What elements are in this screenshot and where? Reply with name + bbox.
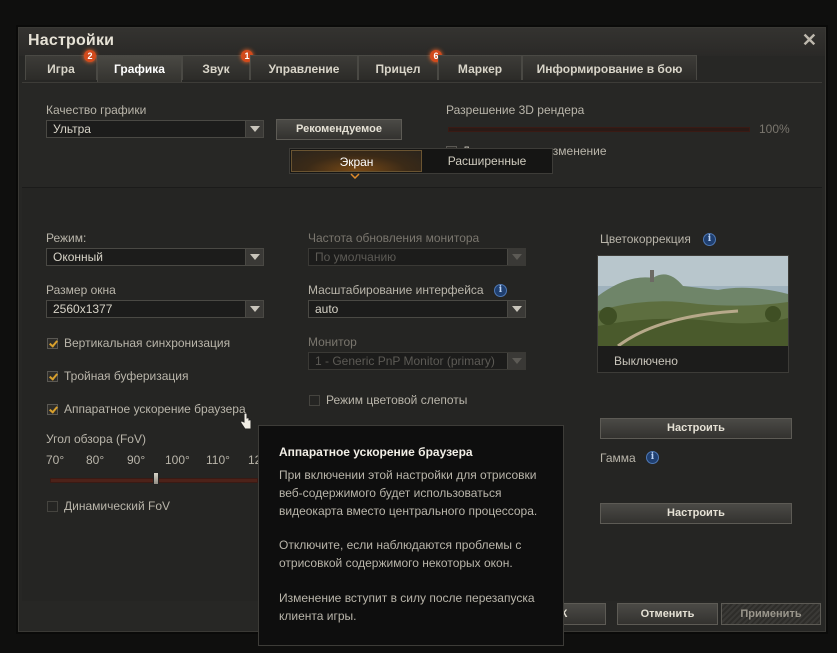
refresh-rate-select[interactable]: По умолчанию	[308, 248, 526, 266]
subtab-screen[interactable]: Экран	[291, 150, 422, 172]
title-bar: Настройки ✕	[19, 28, 825, 56]
tooltip-text: Изменение вступит в силу после перезапус…	[279, 591, 535, 605]
tab-label: Звук	[202, 62, 230, 76]
ui-scaling-select[interactable]: auto	[308, 300, 526, 318]
monitor-select[interactable]: 1 - Generic PnP Monitor (primary)	[308, 352, 526, 370]
render-resolution-slider[interactable]	[448, 127, 750, 132]
tab-label: Управление	[268, 62, 340, 76]
dynamic-fov-label: Динамический FoV	[64, 499, 171, 513]
refresh-rate-label: Частота обновления монитора	[308, 231, 480, 245]
tab-graphics[interactable]: Графика	[97, 55, 182, 82]
color-correction-preview[interactable]: Выключено	[597, 255, 789, 373]
select-value: Оконный	[53, 250, 103, 264]
fov-tick: 70°	[46, 453, 65, 467]
window-size-select[interactable]: 2560x1377	[46, 300, 264, 318]
subtab-label: Экран	[339, 155, 374, 169]
colorblind-label: Режим цветовой слепоты	[326, 393, 468, 407]
fov-label: Угол обзора (FoV)	[46, 432, 146, 446]
dynamic-fov-checkbox[interactable]	[47, 501, 58, 512]
gamma-configure-button[interactable]: Настроить	[600, 503, 792, 524]
tab-marker[interactable]: Маркер	[438, 55, 522, 80]
select-value: auto	[315, 302, 339, 316]
chevron-down-icon	[507, 301, 525, 317]
color-correction-label: Цветокоррекция	[600, 232, 691, 246]
landscape-image	[598, 256, 788, 346]
notification-badge: 2	[84, 50, 96, 62]
cancel-button[interactable]: Отменить	[617, 603, 718, 625]
window-size-label: Размер окна	[46, 283, 116, 297]
gamma-label: Гамма	[600, 451, 636, 465]
tab-label: Игра	[47, 62, 75, 76]
colorblind-checkbox[interactable]	[309, 395, 320, 406]
info-icon[interactable]: i	[703, 233, 716, 246]
fov-tick: 100°	[165, 453, 190, 467]
tooltip-text: При включении этой настройки для отрисов…	[279, 468, 537, 482]
tab-label: Информирование в бою	[536, 62, 683, 76]
tooltip-text: клиента игры.	[279, 609, 357, 623]
quality-select[interactable]: Ультра	[46, 120, 264, 138]
tooltip-text: отрисовкой содержимого некоторых окон.	[279, 556, 513, 570]
hw-accel-label: Аппаратное ускорение браузера	[64, 402, 246, 416]
tab-sound[interactable]: Звук 1	[182, 50, 253, 80]
render-resolution-label: Разрешение 3D рендера	[446, 103, 585, 117]
vsync-checkbox[interactable]	[47, 338, 58, 349]
select-value: 2560x1377	[53, 302, 113, 316]
fov-tick: 90°	[127, 453, 146, 467]
triple-buffer-label: Тройная буферизация	[64, 369, 189, 383]
chevron-down-icon	[245, 121, 263, 137]
graphics-subtabs: Экран Расширенные	[289, 148, 553, 174]
chevron-down-icon	[350, 173, 360, 179]
chevron-down-icon	[245, 301, 263, 317]
tab-label: Прицел	[375, 62, 421, 76]
subtab-advanced[interactable]: Расширенные	[422, 150, 552, 172]
select-value: По умолчанию	[315, 250, 397, 264]
select-value: Ультра	[53, 122, 91, 136]
recommended-button[interactable]: Рекомендуемое	[276, 119, 402, 140]
triple-buffer-checkbox[interactable]	[47, 371, 58, 382]
fov-slider-thumb[interactable]	[153, 472, 159, 485]
tab-sight[interactable]: Прицел 6	[358, 50, 442, 80]
quality-label: Качество графики	[46, 103, 147, 117]
ui-scaling-label: Масштабирование интерфейса	[308, 283, 484, 297]
tab-label: Маркер	[457, 62, 503, 76]
tooltip-title: Аппаратное ускорение браузера	[279, 445, 473, 459]
chevron-down-icon	[507, 353, 525, 369]
info-icon[interactable]: i	[646, 451, 659, 464]
close-icon[interactable]: ✕	[802, 30, 817, 51]
tooltip-text: видеокарта вместо центрального процессор…	[279, 504, 538, 518]
fov-tick: 80°	[86, 453, 105, 467]
apply-button[interactable]: Применить	[721, 603, 821, 625]
fov-tick: 110°	[206, 453, 230, 467]
tooltip-text: веб-содержимого будет использоваться	[279, 486, 502, 500]
tab-label: Графика	[114, 62, 165, 76]
tab-battle-info[interactable]: Информирование в бою	[522, 55, 697, 80]
monitor-label: Монитор	[308, 335, 357, 349]
info-icon[interactable]: i	[494, 284, 507, 297]
select-value: 1 - Generic PnP Monitor (primary)	[315, 354, 495, 368]
chevron-down-icon	[507, 249, 525, 265]
color-correction-configure-button[interactable]: Настроить	[600, 418, 792, 439]
mode-label: Режим:	[46, 231, 87, 245]
hw-accel-tooltip: Аппаратное ускорение браузера При включе…	[258, 425, 564, 646]
hand-cursor-icon	[240, 413, 252, 430]
vsync-label: Вертикальная синхронизация	[64, 336, 231, 350]
render-resolution-value: 100%	[759, 122, 790, 136]
subtab-label: Расширенные	[447, 154, 527, 168]
tab-game[interactable]: Игра 2	[25, 50, 97, 80]
mode-select[interactable]: Оконный	[46, 248, 264, 266]
tooltip-text: Отключите, если наблюдаются проблемы с	[279, 538, 522, 552]
chevron-down-icon	[245, 249, 263, 265]
tab-controls[interactable]: Управление	[250, 55, 358, 80]
hw-accel-checkbox[interactable]	[47, 404, 58, 415]
color-correction-state: Выключено	[614, 354, 678, 368]
window-title: Настройки	[28, 32, 115, 49]
